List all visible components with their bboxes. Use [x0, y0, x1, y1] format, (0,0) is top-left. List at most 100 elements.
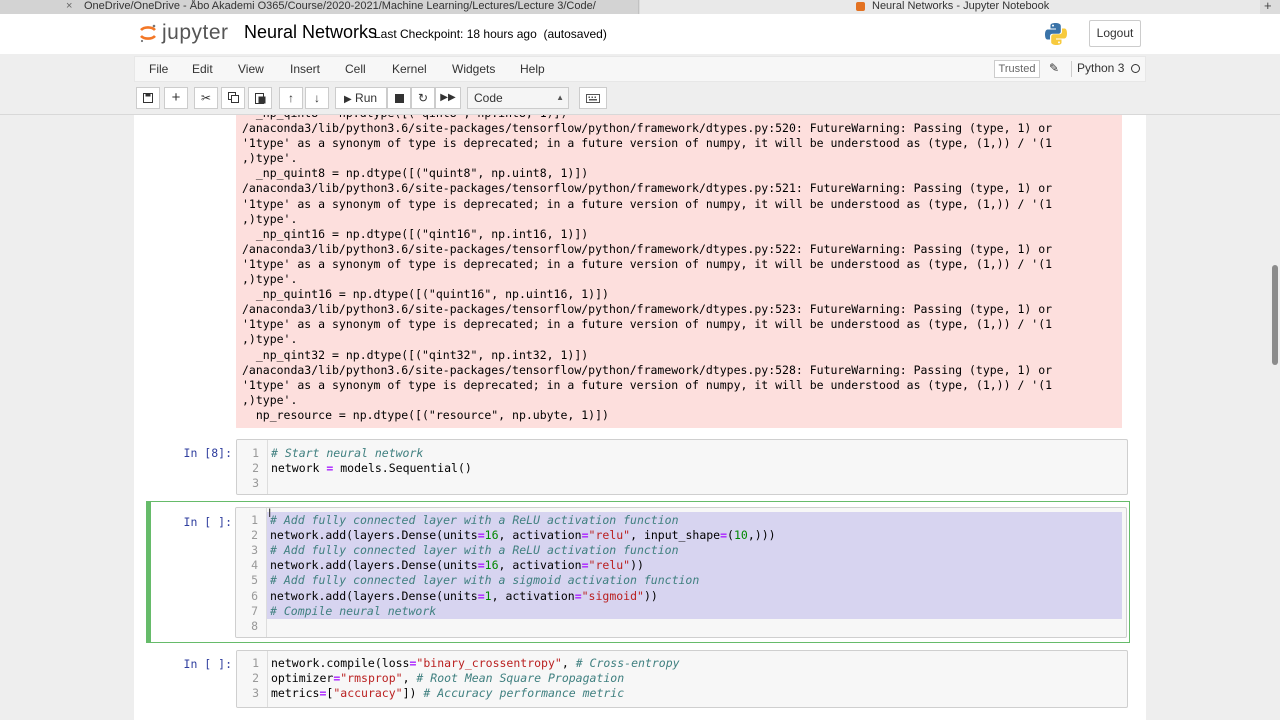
tab-title: OneDrive/OneDrive - Åbo Akademi O365/Cou… — [84, 0, 596, 12]
notebook-toolbar: + ✂ ↑ ↓ ▶ Run ↻ ▶▶ Code ▲ — [134, 86, 1146, 112]
code-line[interactable]: 7 # Compile neural network — [236, 604, 1126, 619]
line-number: 3 — [252, 476, 259, 491]
code-line[interactable]: 4 network.add(layers.Dense(units=16, acti… — [236, 558, 1126, 573]
line-number: 7 — [251, 603, 258, 618]
code-token: = — [477, 528, 485, 543]
notebook-title[interactable]: Neural Networks — [244, 22, 377, 43]
code-line[interactable]: 2 network.add(layers.Dense(units=16, acti… — [236, 528, 1126, 543]
code-token: # Add fully connected layer with a ReLU … — [270, 543, 679, 558]
code-token: , — [561, 656, 576, 670]
code-editor[interactable]: 1 network.compile(loss="binary_crossentro… — [236, 650, 1128, 708]
new-tab-icon[interactable]: + — [1264, 0, 1272, 12]
jupyter-favicon-icon — [856, 2, 865, 11]
code-token: = — [477, 588, 485, 603]
insert-cell-button[interactable]: + — [164, 87, 188, 109]
line-number: 2 — [252, 461, 259, 476]
browser-tab-notebook[interactable]: Neural Networks - Jupyter Notebook — [640, 0, 1260, 14]
input-prompt: In [ ]: — [183, 515, 232, 529]
code-token: network.compile(loss — [271, 656, 410, 670]
jupyter-logo-text[interactable]: jupyter — [162, 21, 229, 45]
interrupt-button[interactable] — [387, 87, 411, 109]
code-line[interactable]: 1 # Start neural network — [237, 446, 1127, 461]
code-line[interactable]: 3 metrics=["accuracy"]) # Accuracy perfor… — [237, 686, 1127, 701]
notebook-container[interactable]: _np_qint8 = np.dtype([("qint8", np.int8,… — [134, 115, 1146, 720]
code-text: # Add fully connected layer with a ReLU … — [270, 513, 679, 527]
code-token: # Add fully connected layer with a ReLU … — [270, 513, 679, 527]
menu-insert[interactable]: Insert — [290, 62, 320, 76]
code-token: ]) — [402, 686, 424, 701]
code-editor[interactable]: 1 # Add fully connected layer with a ReLU… — [235, 507, 1127, 638]
run-button[interactable]: ▶ Run — [335, 87, 387, 109]
code-token: network.add(layers.Dense(units — [270, 558, 478, 573]
plus-icon: + — [171, 89, 181, 106]
code-line[interactable]: 5 # Add fully connected layer with a sigm… — [236, 573, 1126, 588]
restart-run-all-button[interactable]: ▶▶ — [435, 87, 461, 109]
code-text: metrics=["accuracy"]) # Accuracy perform… — [271, 686, 624, 700]
code-line[interactable]: 1 # Add fully connected layer with a ReLU… — [236, 513, 1126, 528]
code-token: "relu" — [588, 558, 631, 573]
code-line[interactable]: 2 optimizer="rmsprop", # Root Mean Square… — [237, 671, 1127, 686]
copy-button[interactable] — [221, 87, 245, 109]
code-cell[interactable]: In [8]: 1 # Start neural network 2 network … — [146, 439, 1132, 495]
restart-button[interactable]: ↻ — [411, 87, 435, 109]
save-button[interactable] — [136, 87, 160, 109]
menu-widgets[interactable]: Widgets — [452, 62, 495, 76]
code-cell-selected[interactable]: In [ ]: 1 # Add fully connected layer wit… — [146, 501, 1130, 643]
stderr-output: _np_qint8 = np.dtype([("qint8", np.int8,… — [236, 115, 1122, 428]
code-token: # Add fully connected layer with a sigmo… — [270, 573, 700, 588]
tab-close-icon[interactable]: × — [66, 0, 72, 12]
menu-kernel[interactable]: Kernel — [392, 62, 427, 76]
menu-help[interactable]: Help — [520, 62, 545, 76]
jupyter-logo-icon[interactable] — [138, 23, 158, 43]
scrollbar[interactable] — [1270, 115, 1280, 720]
line-number: 2 — [251, 528, 258, 543]
code-token: # Root Mean Square Propagation — [416, 671, 625, 686]
fast-forward-icon: ▶▶ — [440, 92, 456, 103]
line-number: 3 — [252, 686, 259, 701]
line-number: 3 — [251, 543, 258, 558]
code-token: 16 — [484, 528, 499, 543]
code-token: = — [720, 528, 728, 543]
trusted-indicator[interactable]: Trusted — [994, 60, 1040, 78]
code-cell[interactable]: In [ ]: 1 network.compile(loss="binary_cr… — [146, 650, 1132, 708]
input-prompt: In [8]: — [183, 446, 232, 460]
line-number: 1 — [252, 446, 259, 460]
arrow-down-icon: ↓ — [314, 91, 320, 105]
code-line[interactable]: 3 # Add fully connected layer with a ReLU… — [236, 543, 1126, 558]
arrow-up-icon: ↑ — [288, 91, 294, 105]
paste-button[interactable] — [248, 87, 272, 109]
code-line[interactable]: 6 network.add(layers.Dense(units=1, activ… — [236, 589, 1126, 604]
cut-button[interactable]: ✂ — [194, 87, 218, 109]
move-up-button[interactable]: ↑ — [279, 87, 303, 109]
code-token: )) — [630, 558, 644, 573]
menu-cell[interactable]: Cell — [345, 62, 366, 76]
logout-button[interactable]: Logout — [1089, 20, 1141, 47]
code-token: ( — [727, 528, 734, 543]
command-palette-button[interactable] — [579, 87, 607, 109]
scrollbar-thumb[interactable] — [1272, 265, 1278, 365]
kernel-name[interactable]: Python 3 — [1077, 61, 1124, 75]
autosave-status: (autosaved) — [543, 27, 607, 41]
menu-view[interactable]: View — [238, 62, 264, 76]
code-line[interactable]: 8 — [236, 619, 1126, 634]
menu-file[interactable]: File — [149, 62, 168, 76]
code-line[interactable]: 1 network.compile(loss="binary_crossentro… — [237, 656, 1127, 671]
code-token: "rmsprop" — [340, 671, 403, 686]
play-icon: ▶ — [344, 94, 352, 105]
move-down-button[interactable]: ↓ — [305, 87, 329, 109]
cell-type-select[interactable]: Code ▲ — [467, 87, 569, 109]
code-line[interactable]: 3 — [237, 476, 1127, 491]
code-token: # Compile neural network — [270, 603, 437, 618]
kernel-idle-indicator-icon — [1131, 64, 1140, 73]
code-editor[interactable]: 1 # Start neural network 2 network = models… — [236, 439, 1128, 495]
menu-edit[interactable]: Edit — [192, 62, 213, 76]
code-line[interactable]: 2 network = models.Sequential() — [237, 461, 1127, 476]
line-number: 1 — [252, 656, 259, 670]
browser-tab-file-browser[interactable]: × OneDrive/OneDrive - Åbo Akademi O365/C… — [0, 0, 639, 14]
code-token: 10 — [733, 528, 748, 543]
keyboard-icon — [586, 94, 600, 103]
code-token: "binary_crossentropy" — [416, 656, 562, 670]
browser-tab-strip: × OneDrive/OneDrive - Åbo Akademi O365/C… — [0, 0, 1280, 15]
line-number: 2 — [252, 671, 259, 686]
code-text: optimizer="rmsprop", # Root Mean Square … — [271, 671, 624, 685]
